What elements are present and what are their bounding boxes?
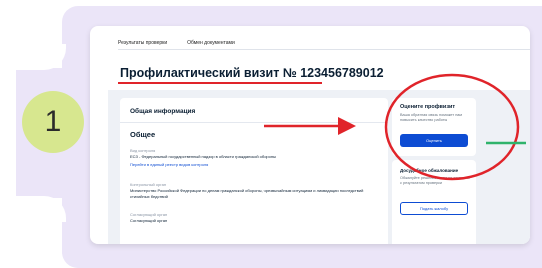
annotation-overlay (264, 73, 526, 181)
highlight-ellipse (384, 73, 520, 181)
red-arrow-icon (264, 117, 356, 135)
